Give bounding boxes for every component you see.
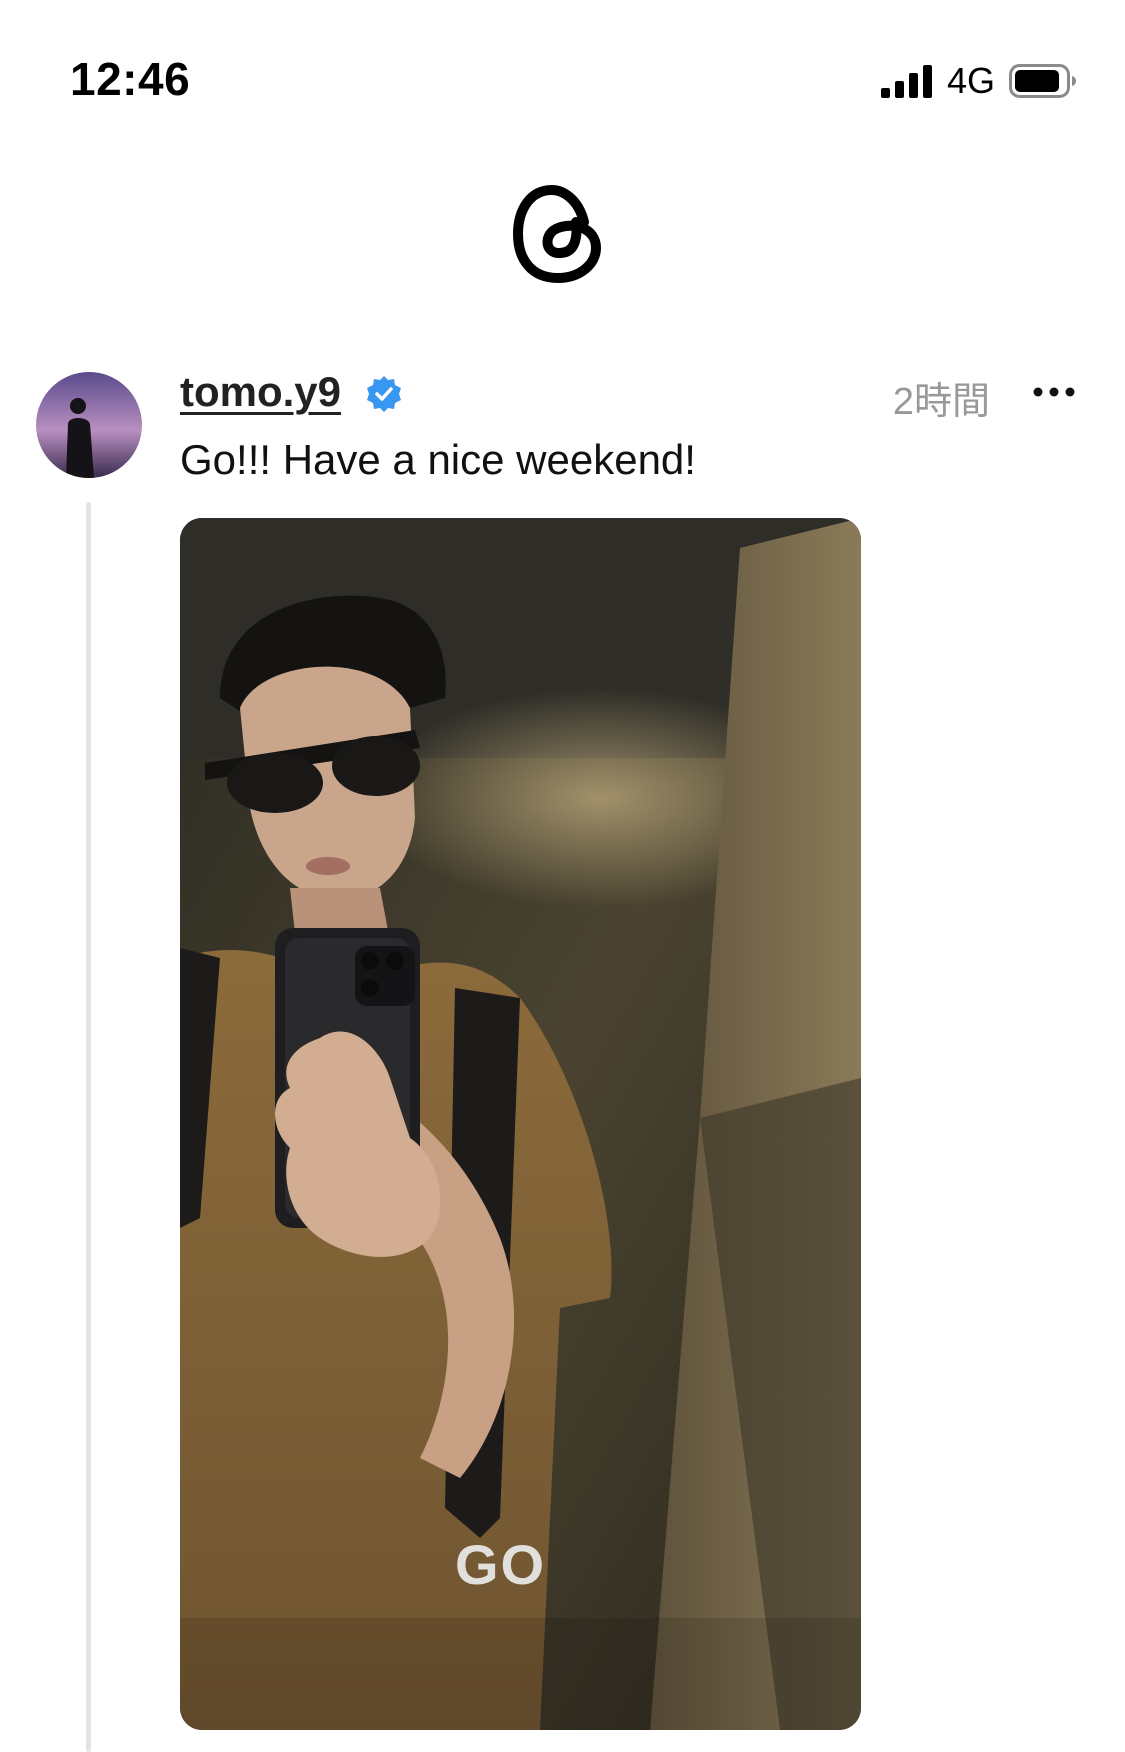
avatar-image xyxy=(36,372,142,478)
network-label: 4G xyxy=(946,60,995,101)
more-options-button[interactable] xyxy=(1030,372,1078,412)
thread-line xyxy=(86,502,91,1752)
cellular-signal-icon xyxy=(880,65,932,98)
verified-badge-icon xyxy=(367,376,401,412)
post-image[interactable]: GO xyxy=(180,518,861,1730)
threads-logo-icon[interactable] xyxy=(512,182,604,286)
image-caption: GO xyxy=(454,1533,547,1596)
more-options-icon xyxy=(1033,387,1075,397)
post-timestamp: 2時間 xyxy=(892,381,990,423)
status-time: 12:46 xyxy=(70,53,191,105)
avatar[interactable] xyxy=(36,372,142,478)
post-text: Go!!! Have a nice weekend! xyxy=(180,436,696,483)
username-link[interactable]: tomo.y9 xyxy=(180,368,341,416)
status-indicators: 4G xyxy=(880,60,1077,102)
status-bar: 12:46 4G xyxy=(0,0,1125,160)
battery-icon xyxy=(1009,64,1076,98)
